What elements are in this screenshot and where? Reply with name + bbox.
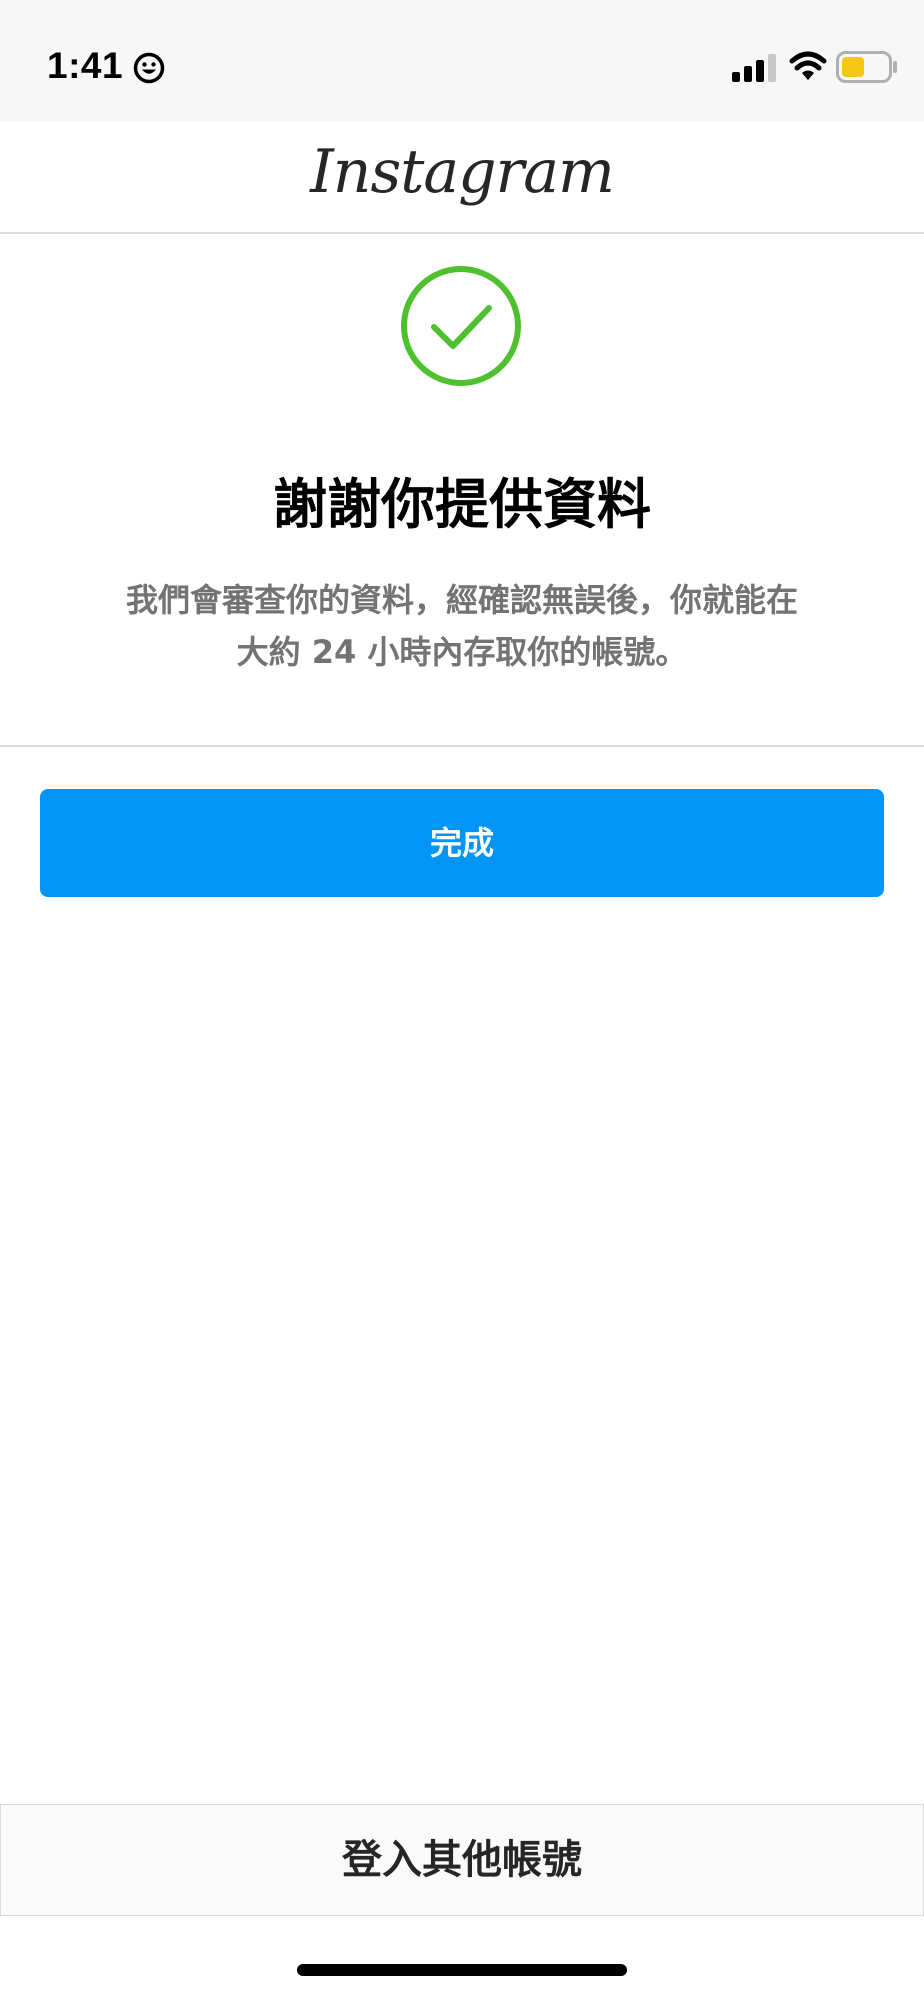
check-circle-icon — [401, 266, 521, 386]
footer-bar: 登入其他帳號 — [0, 1804, 924, 1916]
description-line-2: 大約 24 小時內存取你的帳號。 — [236, 633, 688, 671]
description-line-1: 我們會審查你的資料，經確認無誤後，你就能在 — [125, 581, 798, 619]
switch-account-button[interactable]: 登入其他帳號 — [1, 1805, 923, 1915]
content-divider — [0, 745, 924, 747]
battery-icon — [836, 51, 897, 83]
instagram-logo: Instagram — [310, 137, 615, 207]
status-time: 1:41 — [47, 45, 124, 86]
phone-screen: 1:41 Instagram 謝謝你提供資料 我們會審查你的資料，經確認無誤後，… — [0, 0, 924, 2000]
smiley-icon — [133, 52, 165, 84]
app-header: Instagram — [0, 122, 924, 234]
wifi-icon — [789, 51, 827, 80]
confirmation-description: 我們會審查你的資料，經確認無誤後，你就能在 大約 24 小時內存取你的帳號。 — [70, 574, 854, 678]
home-indicator[interactable] — [297, 1964, 627, 1976]
done-button[interactable]: 完成 — [40, 789, 884, 897]
page-title: 謝謝你提供資料 — [273, 473, 651, 536]
status-bar: 1:41 — [0, 0, 924, 122]
cellular-signal-icon — [732, 54, 776, 82]
